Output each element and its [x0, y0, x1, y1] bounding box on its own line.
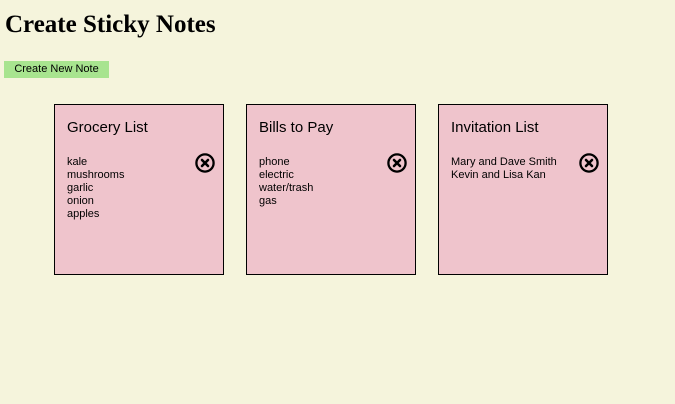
close-circle-icon — [579, 153, 599, 173]
note-item-list[interactable]: Mary and Dave Smith Kevin and Lisa Kan — [451, 156, 557, 182]
note-item-list[interactable]: phone electric water/trash gas — [259, 156, 313, 208]
sticky-note[interactable]: Invitation List Mary and Dave Smith Kevi… — [438, 104, 608, 275]
note-item: mushrooms — [67, 169, 125, 181]
note-item: phone — [259, 156, 290, 168]
delete-note-button[interactable] — [195, 153, 215, 173]
note-item: Mary and Dave Smith — [451, 156, 557, 168]
note-title[interactable]: Invitation List — [451, 119, 539, 137]
note-item: onion — [67, 195, 94, 207]
note-title[interactable]: Bills to Pay — [259, 119, 333, 137]
note-item: gas — [259, 195, 277, 207]
note-item: garlic — [67, 182, 94, 194]
sticky-note[interactable]: Bills to Pay phone electric water/trash … — [246, 104, 416, 275]
note-item: water/trash — [259, 182, 314, 194]
note-item: apples — [67, 208, 100, 220]
close-circle-icon — [387, 153, 407, 173]
note-title[interactable]: Grocery List — [67, 119, 148, 137]
delete-note-button[interactable] — [387, 153, 407, 173]
note-item: kale — [67, 156, 88, 168]
delete-note-button[interactable] — [579, 153, 599, 173]
page-title: Create Sticky Notes — [5, 11, 216, 38]
note-item: Kevin and Lisa Kan — [451, 169, 546, 181]
note-item-list[interactable]: kale mushrooms garlic onion apples — [67, 156, 124, 221]
note-item: electric — [259, 169, 294, 181]
close-circle-icon — [195, 153, 215, 173]
sticky-note[interactable]: Grocery List kale mushrooms garlic onion… — [54, 104, 224, 275]
create-new-note-button[interactable]: Create New Note — [4, 61, 109, 78]
